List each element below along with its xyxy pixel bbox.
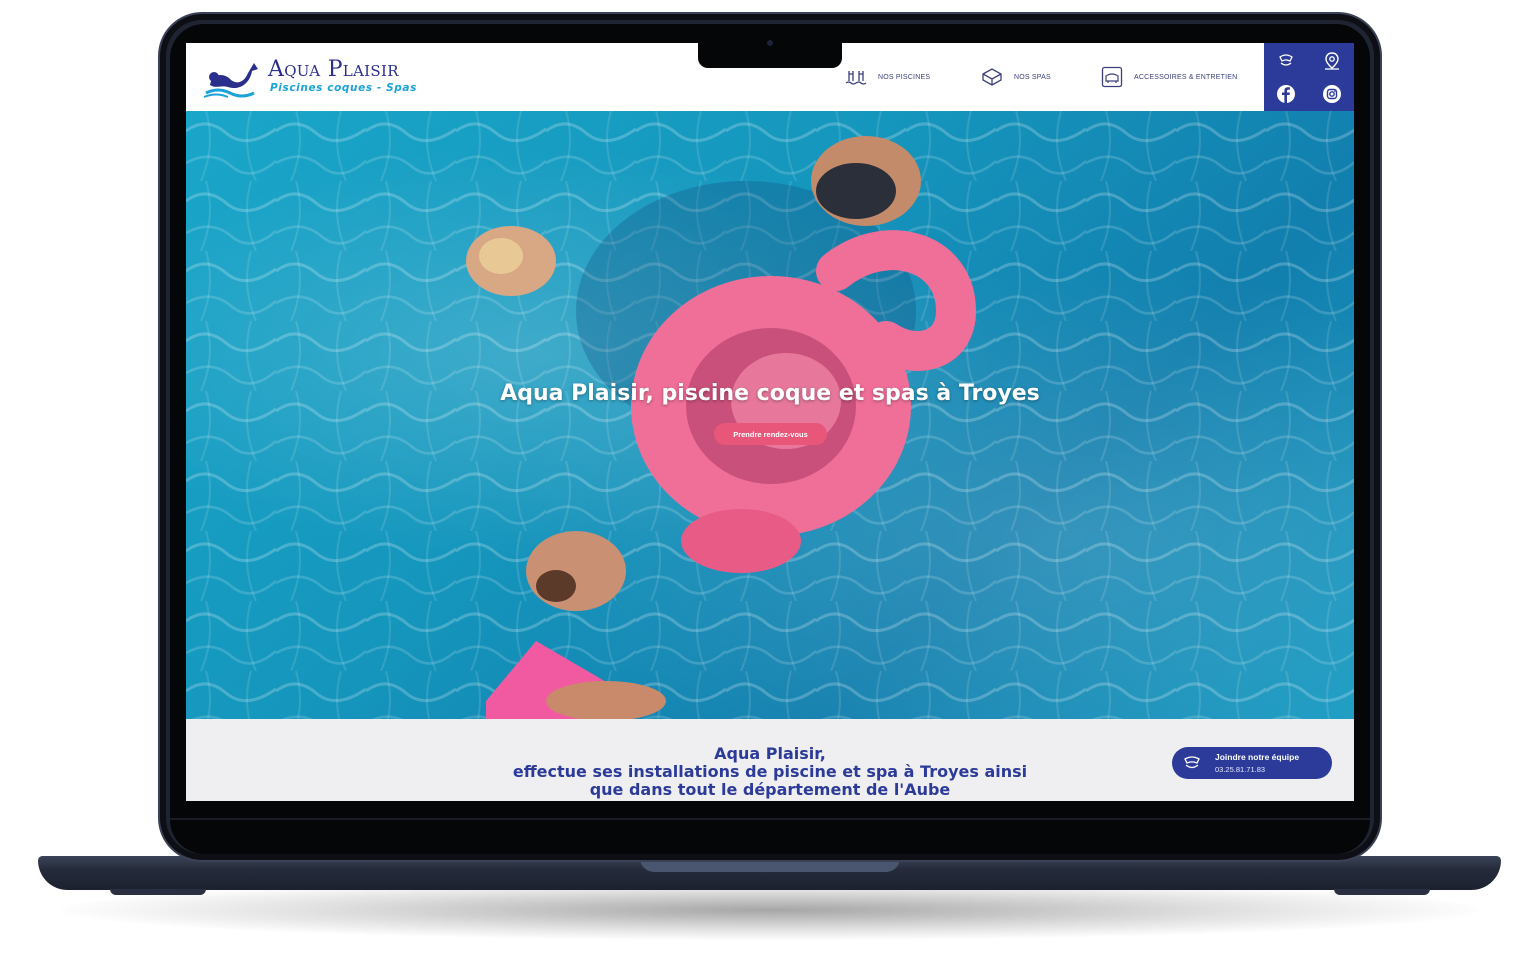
- pool-icon: [845, 71, 867, 85]
- appointment-button[interactable]: Prendre rendez-vous: [714, 423, 827, 445]
- nav-item-piscines[interactable]: NOS PISCINES: [844, 65, 930, 89]
- instagram-icon[interactable]: [1322, 84, 1342, 104]
- nav-item-accessoires[interactable]: ACCESSOIRES & ENTRETIEN: [1100, 65, 1237, 89]
- laptop-foot-left: [110, 889, 206, 895]
- intro-band: Aqua Plaisir, effectue ses installations…: [186, 719, 1354, 801]
- nav-label: NOS SPAS: [1014, 73, 1051, 81]
- laptop-foot-right: [1334, 889, 1430, 895]
- site-logo[interactable]: Aqua Plaisir Piscines coques - Spas: [200, 53, 420, 101]
- cta-phone: 03.25.81.71.83: [1215, 765, 1266, 774]
- social-box: [1264, 43, 1354, 111]
- location-icon[interactable]: [1322, 51, 1342, 71]
- intro-line-2: effectue ses installations de piscine et…: [512, 762, 1028, 781]
- mermaid-logo-icon: [203, 63, 258, 98]
- pool-photo: [186, 111, 1354, 719]
- nav-label: ACCESSOIRES & ENTRETIEN: [1134, 73, 1238, 81]
- logo-tagline: Piscines coques - Spas: [270, 82, 417, 94]
- intro-line-1: Aqua Plaisir,: [714, 744, 826, 763]
- laptop-chin: [170, 818, 1370, 820]
- hero-section: Aqua Plaisir, piscine coque et spas à Tr…: [186, 111, 1354, 719]
- contact-team-button[interactable]: Joindre notre équipe 03.25.81.71.83: [1172, 747, 1332, 779]
- browser-screen: Aqua Plaisir Piscines coques - Spas NOS …: [186, 43, 1354, 801]
- camera-icon: [767, 40, 773, 46]
- phone-icon: [1184, 756, 1200, 769]
- nav-label: NOS PISCINES: [878, 73, 931, 81]
- nav-item-spas[interactable]: NOS SPAS: [980, 65, 1051, 89]
- intro-line-3: que dans tout le département de l'Aube: [589, 780, 951, 799]
- hero-title: Aqua Plaisir, piscine coque et spas à Tr…: [500, 381, 1040, 406]
- cta-title: Joindre notre équipe: [1215, 752, 1300, 762]
- spa-icon: [982, 68, 1002, 86]
- facebook-icon[interactable]: [1276, 84, 1296, 104]
- logo-title: Aqua Plaisir: [268, 57, 399, 82]
- phone-icon[interactable]: [1276, 51, 1296, 71]
- accessories-icon: [1101, 66, 1123, 88]
- intro-text: Aqua Plaisir, effectue ses installations…: [466, 745, 1074, 799]
